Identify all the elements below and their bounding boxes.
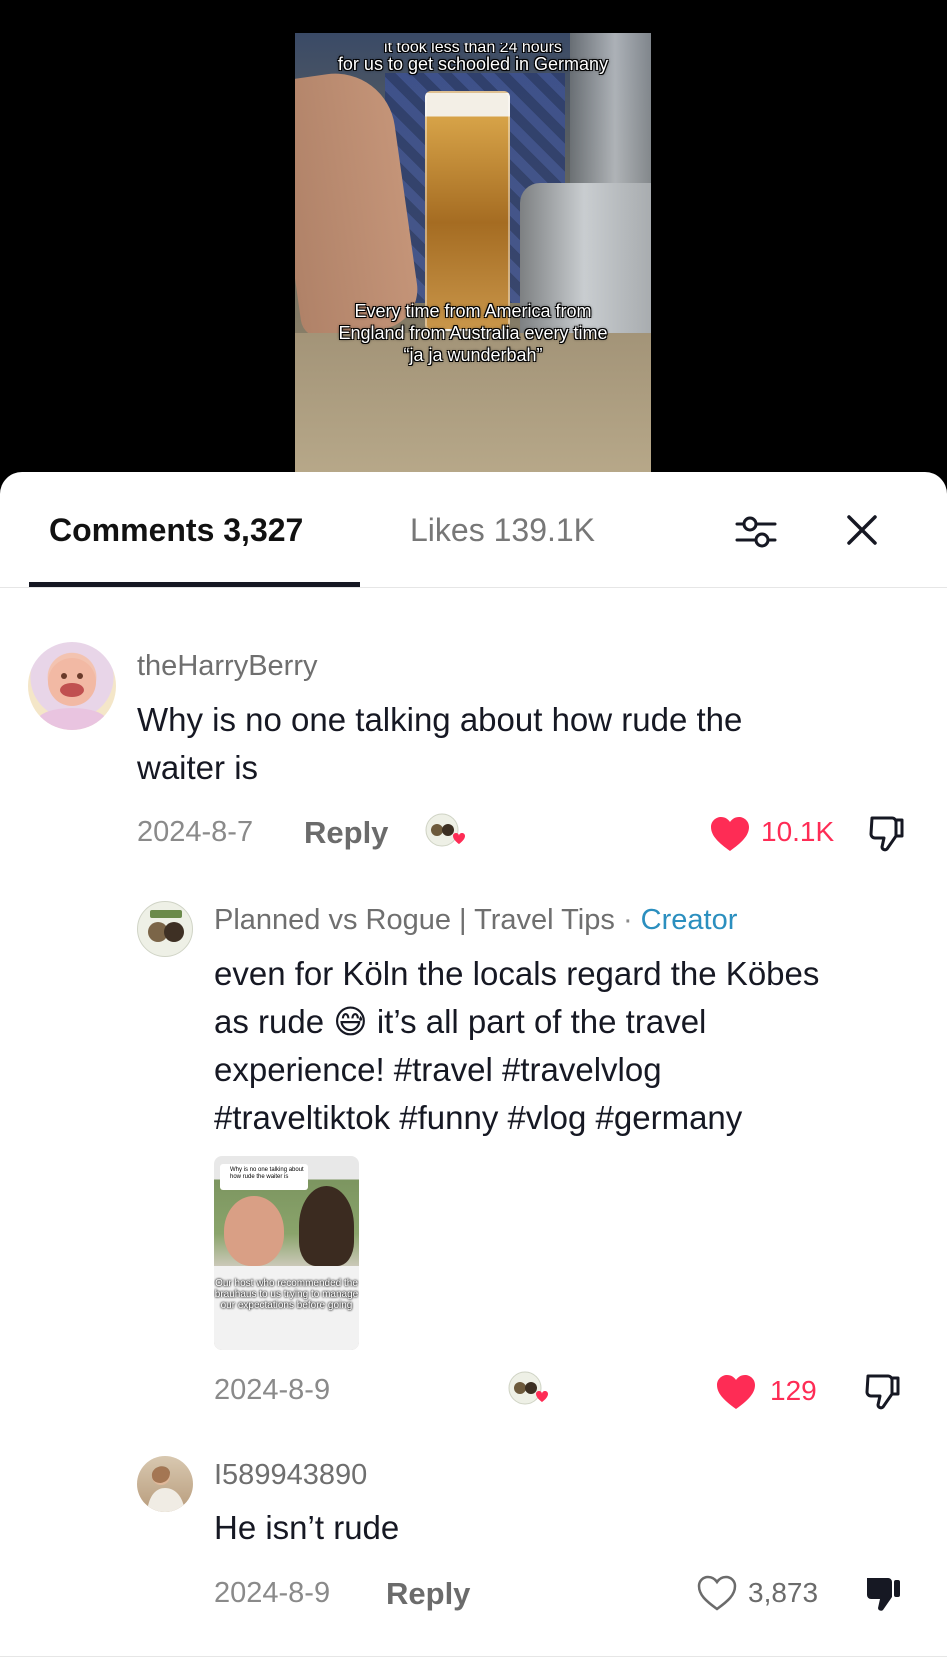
video-frame[interactable]: it took less than 24 hours for us to get… xyxy=(295,33,651,480)
video-player[interactable]: it took less than 24 hours for us to get… xyxy=(0,0,947,480)
comment-text-line: as rude 😅 it’s all part of the travel xyxy=(214,998,934,1046)
comment-text-line: waiter is xyxy=(137,749,259,786)
creator-name[interactable]: Planned vs Rogue | Travel Tips xyxy=(214,904,615,936)
comments-sheet: Comments 3,327 Likes 139.1K theHarryBerr… xyxy=(0,472,947,1666)
thumbnail-reply-bubble: Why is no one talking about how rude the… xyxy=(220,1164,308,1190)
thumbs-down-icon[interactable] xyxy=(862,1370,902,1412)
separator-dot: · xyxy=(622,904,633,936)
comment-text-line: experience! #travel #travelvlog xyxy=(214,1051,662,1088)
beer-glass xyxy=(425,91,510,331)
comment-username[interactable]: theHarryBerry xyxy=(137,650,318,683)
heart-outline-icon[interactable] xyxy=(696,1574,738,1612)
like-count: 3,873 xyxy=(748,1577,819,1608)
comment-text-fragment: it’s all part of the travel xyxy=(376,1003,707,1040)
reply-button[interactable]: Reply xyxy=(304,815,388,851)
creator-liked-badge xyxy=(425,812,469,848)
thumbs-down-icon[interactable] xyxy=(862,1572,904,1616)
thumbs-down-icon[interactable] xyxy=(866,812,906,854)
video-caption-top-cut: it took less than 24 hours xyxy=(384,43,562,53)
video-caption-top-text: for us to get schooled in Germany xyxy=(337,54,609,74)
close-icon[interactable] xyxy=(842,510,882,550)
tab-likes[interactable]: Likes 139.1K xyxy=(410,512,595,549)
grinning-sweat-emoji: 😅 xyxy=(333,1002,368,1041)
avatar[interactable] xyxy=(137,901,193,957)
comment-text-fragment: as rude xyxy=(214,1003,325,1040)
reply-button[interactable]: Reply xyxy=(386,1576,470,1612)
thumbnail-person xyxy=(224,1196,284,1266)
video-caption-top: it took less than 24 hours for us to get… xyxy=(295,43,651,75)
creator-tag: Creator xyxy=(640,904,738,936)
video-caption-bottom: Every time from America from England fro… xyxy=(338,301,608,365)
comment-date: 2024-8-9 xyxy=(214,1374,331,1406)
like-count: 10.1K xyxy=(761,816,835,847)
comment-date: 2024-8-9 xyxy=(214,1577,331,1609)
thumbnail-caption: Our host who recommended the brauhaus to… xyxy=(214,1278,359,1311)
creator-liked-badge xyxy=(508,1370,552,1406)
comment-username[interactable]: Planned vs Rogue | Travel Tips · Creator xyxy=(214,904,737,937)
attached-video-thumbnail[interactable]: Why is no one talking about how rude the… xyxy=(214,1156,359,1350)
comment-text: He isn’t rude xyxy=(214,1509,400,1546)
comment-text-line: #traveltiktok #funny #vlog #germany xyxy=(214,1099,743,1136)
thumbnail-person xyxy=(299,1186,354,1266)
list-divider xyxy=(0,1656,947,1666)
heart-filled-icon[interactable] xyxy=(715,1373,757,1411)
avatar[interactable] xyxy=(137,1456,193,1512)
avatar[interactable] xyxy=(28,642,116,730)
comment-text-line: even for Köln the locals regard the Köbe… xyxy=(214,955,820,992)
tab-comments[interactable]: Comments 3,327 xyxy=(49,512,303,549)
like-count: 129 xyxy=(770,1375,817,1406)
comments-tabbar: Comments 3,327 Likes 139.1K xyxy=(0,472,947,588)
comment-username[interactable]: I589943890 xyxy=(214,1459,367,1492)
filter-sliders-icon[interactable] xyxy=(733,509,779,555)
comment-text: even for Köln the locals regard the Köbe… xyxy=(214,950,934,1142)
comment-text: Why is no one talking about how rude the… xyxy=(137,696,897,792)
heart-filled-icon[interactable] xyxy=(709,815,751,853)
active-tab-indicator xyxy=(29,582,360,587)
comment-text-line: Why is no one talking about how rude the xyxy=(137,701,743,738)
comment-date: 2024-8-7 xyxy=(137,816,254,848)
